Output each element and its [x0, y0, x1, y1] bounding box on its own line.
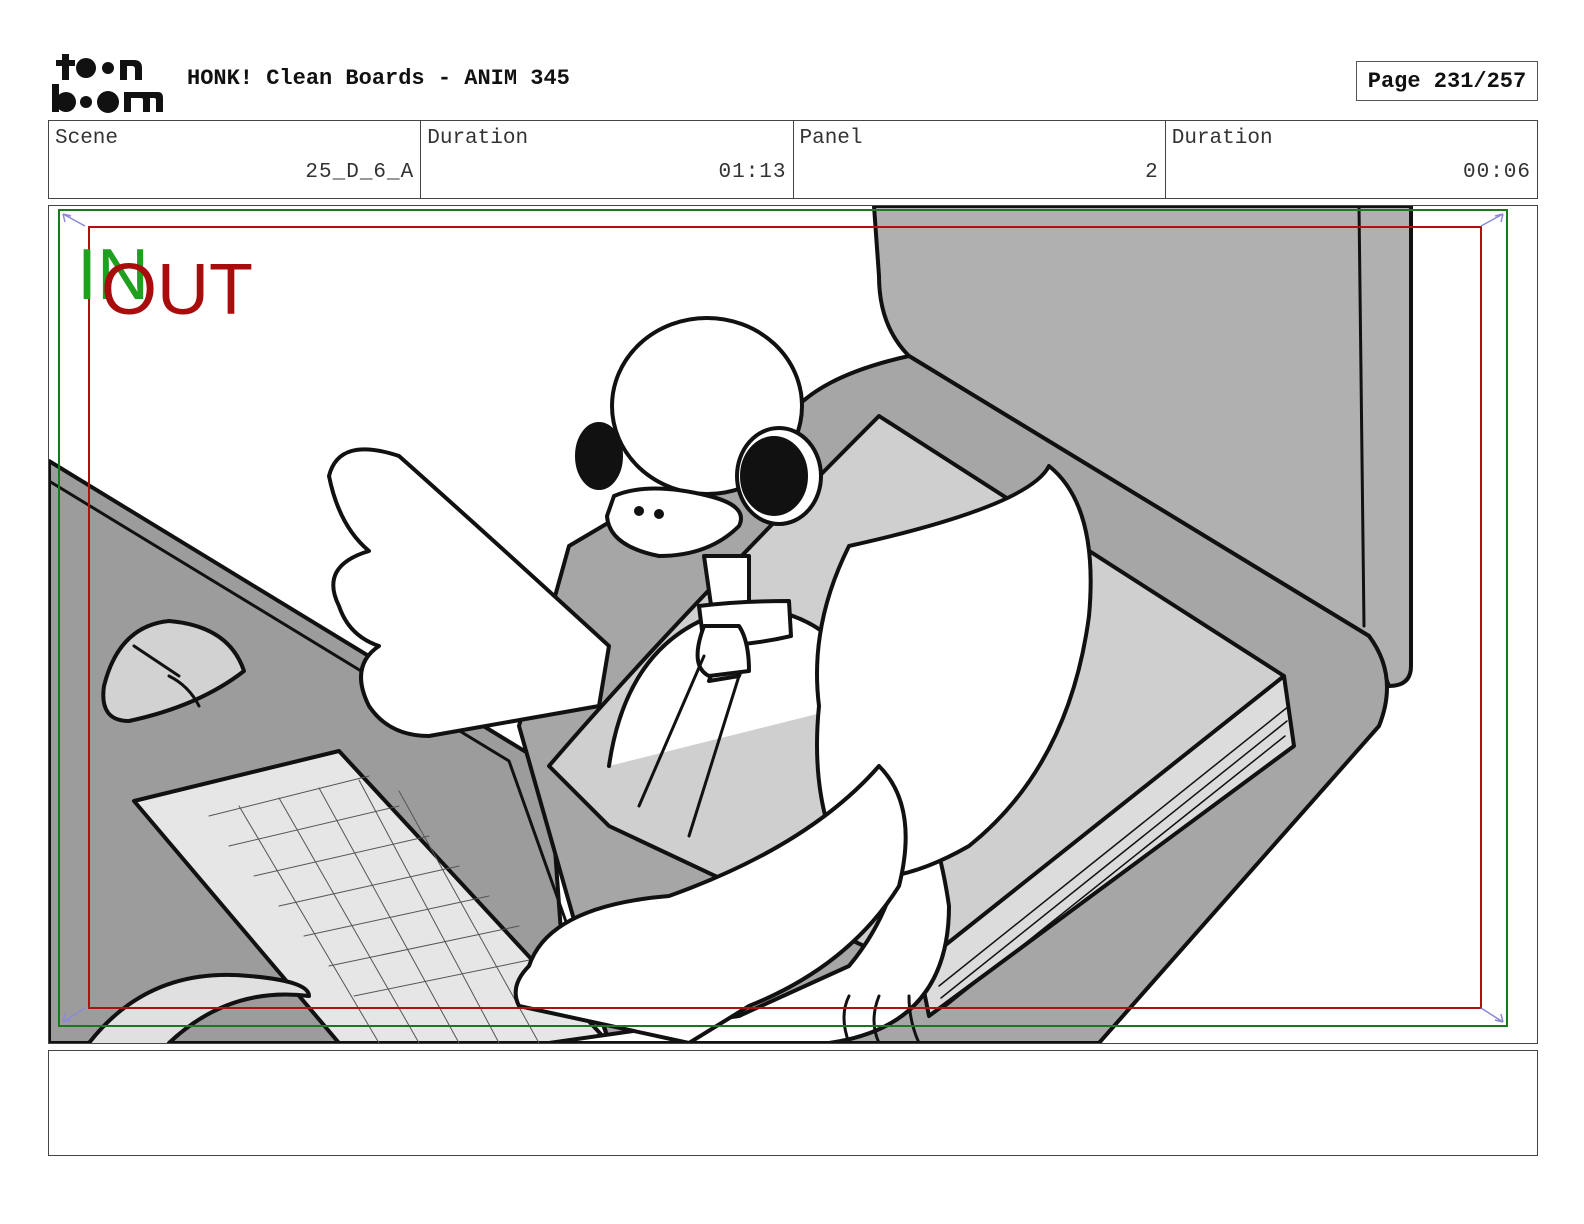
panel-cell: Panel 2 — [794, 121, 1166, 198]
document-title: HONK! Clean Boards - ANIM 345 — [187, 66, 570, 91]
panel-duration-label: Duration — [1171, 127, 1273, 150]
scene-duration-value: 01:13 — [718, 161, 787, 184]
scene-info-table: Scene 25_D_6_A Duration 01:13 Panel 2 Du… — [48, 120, 1538, 199]
storyboard-panel: IN OUT — [48, 205, 1538, 1044]
panel-value: 2 — [1145, 161, 1159, 184]
scene-cell: Scene 25_D_6_A — [49, 121, 422, 198]
scene-duration-cell: Duration 01:13 — [421, 121, 794, 198]
page-indicator: Page 231/257 — [1356, 61, 1538, 101]
panel-duration-value: 00:06 — [1462, 161, 1531, 184]
out-marker: OUT — [101, 250, 253, 330]
scene-label: Scene — [55, 127, 119, 150]
panel-duration-cell: Duration 00:06 — [1166, 121, 1537, 198]
scene-value: 25_D_6_A — [305, 161, 415, 184]
panel-label: Panel — [799, 127, 863, 150]
toon-boom-logo — [52, 54, 163, 113]
scene-duration-label: Duration — [427, 127, 529, 150]
panel-drawing: IN OUT — [49, 206, 1508, 1043]
panel-notes — [48, 1050, 1538, 1156]
